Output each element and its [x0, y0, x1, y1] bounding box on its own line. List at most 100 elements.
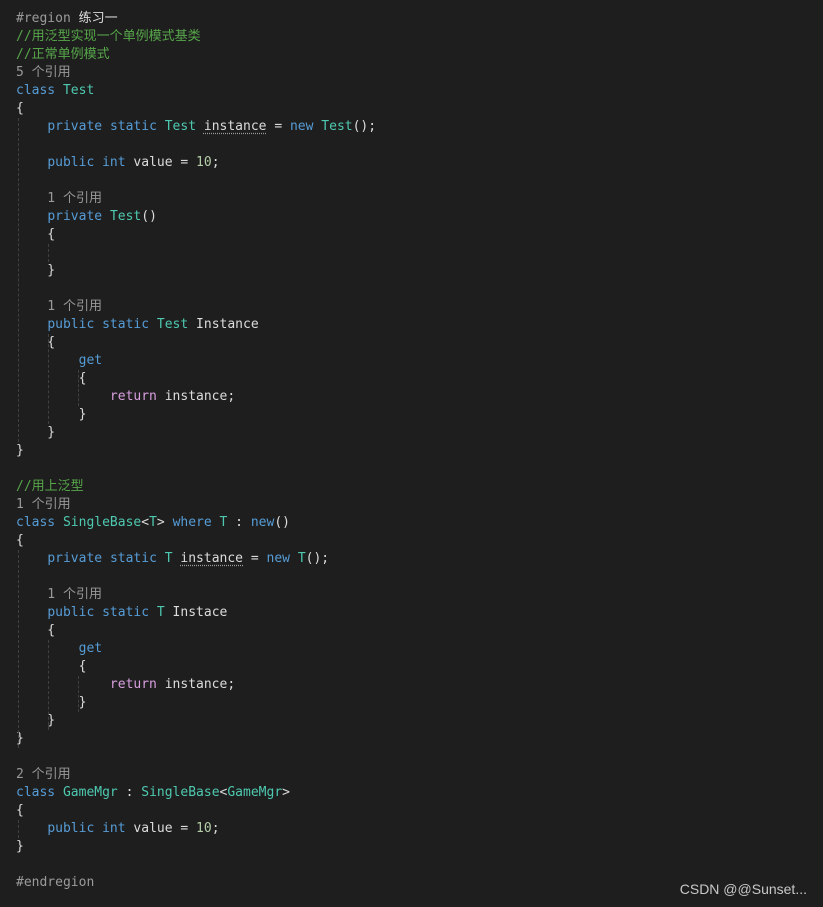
code-line: public int value = 10; — [16, 820, 220, 838]
code-line: private static Test instance = new Test(… — [16, 118, 376, 136]
code-editor[interactable]: #region 练习一//用泛型实现一个单例模式基类//正常单例模式 5 个引用 c… — [0, 0, 823, 907]
code-token: int — [102, 155, 126, 170]
code-token: instance — [180, 551, 244, 566]
indent-guide-line — [18, 118, 19, 442]
code-line: { — [16, 658, 87, 676]
code-token: } — [16, 263, 56, 278]
code-token: (); — [352, 119, 377, 134]
code-line: } — [16, 712, 55, 730]
code-line: public int value = 10; — [16, 154, 219, 172]
code-token: int — [102, 821, 126, 836]
code-token: < — [141, 515, 150, 530]
reference-codelens[interactable]: 2 个引用 — [16, 766, 71, 784]
code-token: : — [227, 515, 251, 530]
code-token: new — [250, 515, 275, 530]
code-line: get — [16, 640, 102, 658]
code-token: = — [243, 551, 267, 566]
code-token: static — [102, 605, 150, 620]
csdn-watermark: CSDN @@Sunset... — [679, 881, 807, 897]
code-token: instance; — [156, 677, 236, 692]
code-token: //正常单例模式 — [16, 47, 110, 62]
code-line: public static T Instace — [16, 604, 227, 622]
code-token: { — [16, 803, 24, 818]
code-token: #endregion — [16, 875, 95, 890]
code-line: #endregion — [16, 874, 94, 892]
code-token: return — [109, 389, 157, 404]
indent-guide-line — [48, 640, 49, 730]
code-token: new — [266, 551, 290, 566]
code-token: Test — [321, 119, 353, 134]
code-token: { — [16, 101, 24, 116]
reference-codelens[interactable]: 1 个引用 — [16, 496, 71, 514]
code-token: T — [149, 515, 157, 530]
indent-guide-line — [78, 676, 79, 712]
code-token: Test — [62, 83, 95, 98]
reference-codelens[interactable]: 1 个引用 — [16, 586, 102, 604]
code-token: } — [16, 713, 56, 728]
code-token: private — [47, 209, 103, 224]
code-token: { — [16, 659, 87, 674]
codelens-label: 1 个引用 — [16, 497, 71, 512]
code-token: 练习一 — [78, 11, 118, 26]
code-token: //用泛型实现一个单例模式基类 — [16, 29, 201, 44]
code-line: private static T instance = new T(); — [16, 550, 329, 568]
code-token: private — [47, 119, 103, 134]
code-token: value = — [125, 821, 197, 836]
code-token: static — [102, 317, 150, 332]
code-token: 10 — [196, 821, 212, 836]
code-token: SingleBase — [141, 785, 220, 800]
codelens-label: 1 个引用 — [16, 299, 102, 314]
code-token: } — [16, 425, 56, 440]
code-token: Test — [164, 119, 197, 134]
reference-codelens[interactable]: 1 个引用 — [16, 298, 102, 316]
reference-codelens[interactable]: 1 个引用 — [16, 190, 102, 208]
code-line: } — [16, 694, 87, 712]
code-token: (); — [305, 551, 330, 566]
code-token: where — [172, 515, 212, 530]
indent-guide-line — [18, 820, 19, 838]
code-token: #region — [16, 11, 79, 26]
code-token: { — [16, 623, 56, 638]
code-line: //正常单例模式 — [16, 46, 110, 64]
code-line: } — [16, 838, 24, 856]
code-token: Instance — [188, 317, 259, 332]
codelens-label: 2 个引用 — [16, 767, 71, 782]
code-token: SingleBase — [62, 515, 142, 530]
code-line: { — [16, 532, 24, 550]
indent-guide-line — [78, 370, 79, 406]
code-line: class GameMgr : SingleBase<GameMgr> — [16, 784, 290, 802]
code-line: //用上泛型 — [16, 478, 84, 496]
code-token: } — [16, 443, 24, 458]
codelens-label: 1 个引用 — [16, 191, 102, 206]
code-line: { — [16, 370, 87, 388]
code-token: { — [16, 533, 24, 548]
code-token: public — [47, 155, 95, 170]
code-token: static — [109, 119, 157, 134]
code-token: ; — [211, 821, 220, 836]
code-token: T — [297, 551, 306, 566]
code-token: class — [16, 83, 56, 98]
reference-codelens[interactable]: 5 个引用 — [16, 64, 71, 82]
code-token: class — [16, 785, 56, 800]
code-token: GameMgr — [62, 785, 118, 800]
code-token: new — [289, 119, 314, 134]
code-line: public static Test Instance — [16, 316, 259, 334]
codelens-label: 1 个引用 — [16, 587, 102, 602]
code-token: GameMgr — [227, 785, 283, 800]
code-line: #region 练习一 — [16, 10, 118, 28]
